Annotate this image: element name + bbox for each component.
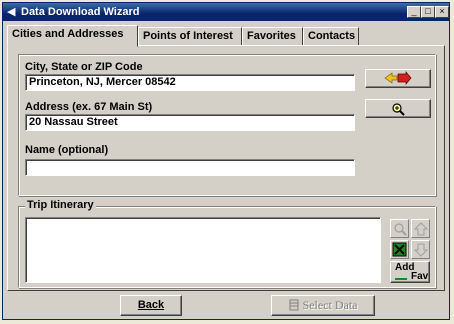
tab-cities-and-addresses[interactable]: Cities and Addresses	[7, 25, 138, 47]
add-fav-icon	[395, 278, 407, 280]
back-label: Back	[137, 299, 165, 311]
down-arrow-icon	[413, 243, 428, 257]
wizard-window: ◀ Data Download Wizard _ □ × Cities and …	[2, 2, 450, 320]
city-label: City, State or ZIP Code	[25, 61, 143, 73]
zoom-icon	[393, 223, 407, 236]
find-location-button[interactable]	[365, 99, 431, 118]
itinerary-list[interactable]	[25, 217, 381, 283]
add-favorite-button[interactable]: Add Fav	[390, 261, 430, 283]
maximize-button[interactable]: □	[421, 6, 435, 18]
name-label: Name (optional)	[25, 144, 109, 156]
app-icon: ◀	[7, 6, 16, 18]
back-button[interactable]: Back	[120, 295, 182, 316]
select-data-icon	[289, 299, 298, 311]
delete-icon	[392, 242, 407, 257]
zoom-itinerary-button[interactable]	[390, 219, 409, 238]
move-down-button[interactable]	[411, 240, 430, 259]
tab-points-of-interest[interactable]: Points of Interest	[138, 27, 242, 46]
find-location-icon	[392, 103, 405, 116]
tab-contacts[interactable]: Contacts	[303, 27, 359, 46]
select-data-label: Select Data	[302, 298, 358, 312]
move-up-button[interactable]	[411, 219, 430, 238]
address-label: Address (ex. 67 Main St)	[25, 101, 153, 113]
tab-favorites[interactable]: Favorites	[242, 27, 303, 46]
name-field[interactable]	[25, 159, 355, 176]
add-to-itinerary-icon	[384, 71, 412, 85]
delete-stop-button[interactable]	[390, 240, 409, 259]
title-bar[interactable]: ◀ Data Download Wizard _ □ ×	[3, 3, 449, 21]
select-data-button[interactable]: Select Data	[271, 295, 375, 316]
location-group: City, State or ZIP Code Princeton, NJ, M…	[18, 54, 436, 196]
window-title: Data Download Wizard	[21, 6, 140, 18]
minimize-button[interactable]: _	[407, 6, 421, 18]
add-to-itinerary-button[interactable]	[365, 69, 431, 88]
close-button[interactable]: ×	[435, 6, 449, 18]
city-field[interactable]: Princeton, NJ, Mercer 08542	[25, 74, 355, 91]
up-arrow-icon	[413, 222, 428, 236]
address-field[interactable]: 20 Nassau Street	[25, 114, 355, 131]
tab-panel: City, State or ZIP Code Princeton, NJ, M…	[7, 45, 445, 291]
trip-itinerary-group: Trip Itinerary Add Fav	[18, 199, 436, 288]
trip-itinerary-legend: Trip Itinerary	[25, 199, 96, 211]
add-fav-line2: Fav	[411, 271, 429, 282]
